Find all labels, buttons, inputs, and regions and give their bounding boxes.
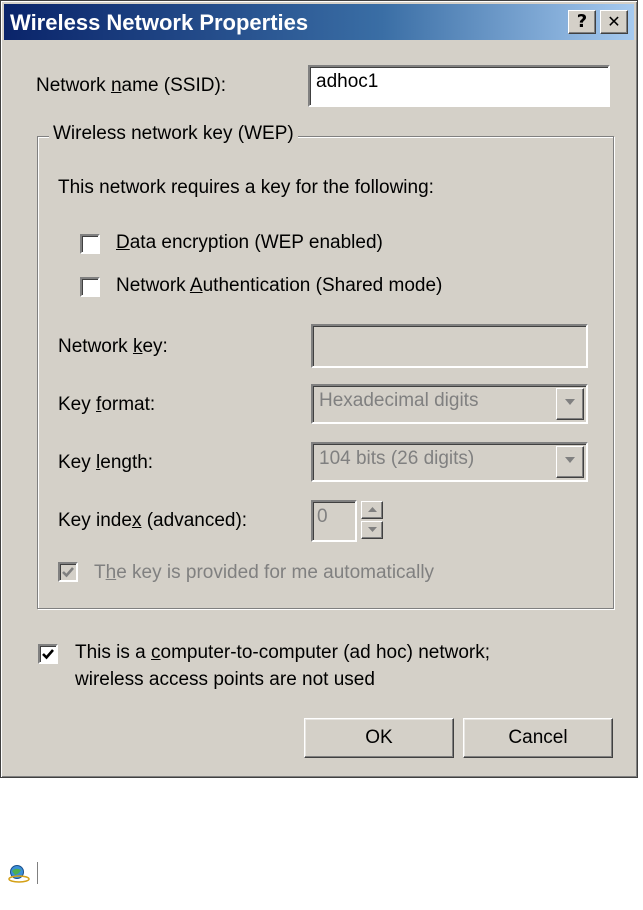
checkmark-icon xyxy=(62,567,74,578)
key-format-value: Hexadecimal digits xyxy=(319,390,479,411)
wep-intro-text: This network requires a key for the foll… xyxy=(58,177,434,198)
key-length-dropdown-button[interactable] xyxy=(556,446,584,478)
text-cursor xyxy=(37,862,38,884)
ok-button[interactable]: OK xyxy=(304,718,454,758)
auto-key-label: The key is provided for me automatically xyxy=(94,562,435,583)
title-bar: Wireless Network Properties ? ✕ xyxy=(4,4,634,40)
adhoc-network-label-line1: This is a computer-to-computer (ad hoc) … xyxy=(75,642,490,663)
close-button[interactable]: ✕ xyxy=(600,10,628,34)
dialog-title: Wireless Network Properties xyxy=(10,10,309,35)
data-encryption-checkbox[interactable] xyxy=(80,234,100,254)
key-index-spin-down[interactable] xyxy=(361,521,383,539)
key-length-select[interactable]: 104 bits (26 digits) xyxy=(311,442,588,482)
chevron-down-icon xyxy=(565,457,575,463)
wep-group-legend: Wireless network key (WEP) xyxy=(49,123,298,145)
key-index-input[interactable]: 0 xyxy=(311,500,357,542)
ssid-label: Network name (SSID): xyxy=(36,75,227,96)
auto-key-checkbox[interactable] xyxy=(58,562,78,582)
help-button[interactable]: ? xyxy=(568,10,596,34)
ssid-input[interactable]: adhoc1 xyxy=(308,65,610,107)
network-key-input[interactable] xyxy=(311,324,588,368)
checkmark-icon xyxy=(42,649,54,660)
key-format-label: Key format: xyxy=(58,394,156,415)
chevron-down-icon xyxy=(565,399,575,405)
network-globe-icon xyxy=(8,864,32,889)
key-index-spin-up[interactable] xyxy=(361,501,383,519)
key-format-dropdown-button[interactable] xyxy=(556,388,584,420)
help-icon: ? xyxy=(576,11,588,32)
key-length-value: 104 bits (26 digits) xyxy=(319,448,475,469)
network-authentication-checkbox[interactable] xyxy=(80,277,100,297)
close-icon: ✕ xyxy=(607,12,621,31)
arrow-down-icon xyxy=(368,527,377,532)
data-encryption-label: Data encryption (WEP enabled) xyxy=(116,232,383,253)
network-authentication-label: Network Authentication (Shared mode) xyxy=(116,275,443,296)
adhoc-network-label-line2: wireless access points are not used xyxy=(75,669,375,690)
adhoc-network-checkbox[interactable] xyxy=(38,644,58,664)
key-format-select[interactable]: Hexadecimal digits xyxy=(311,384,588,424)
network-key-label: Network key: xyxy=(58,336,168,357)
arrow-up-icon xyxy=(368,507,377,512)
cancel-button[interactable]: Cancel xyxy=(463,718,613,758)
wireless-network-properties-dialog: Wireless Network Properties ? ✕ Network … xyxy=(0,0,638,778)
key-length-label: Key length: xyxy=(58,452,154,473)
key-index-label: Key index (advanced): xyxy=(58,510,248,531)
